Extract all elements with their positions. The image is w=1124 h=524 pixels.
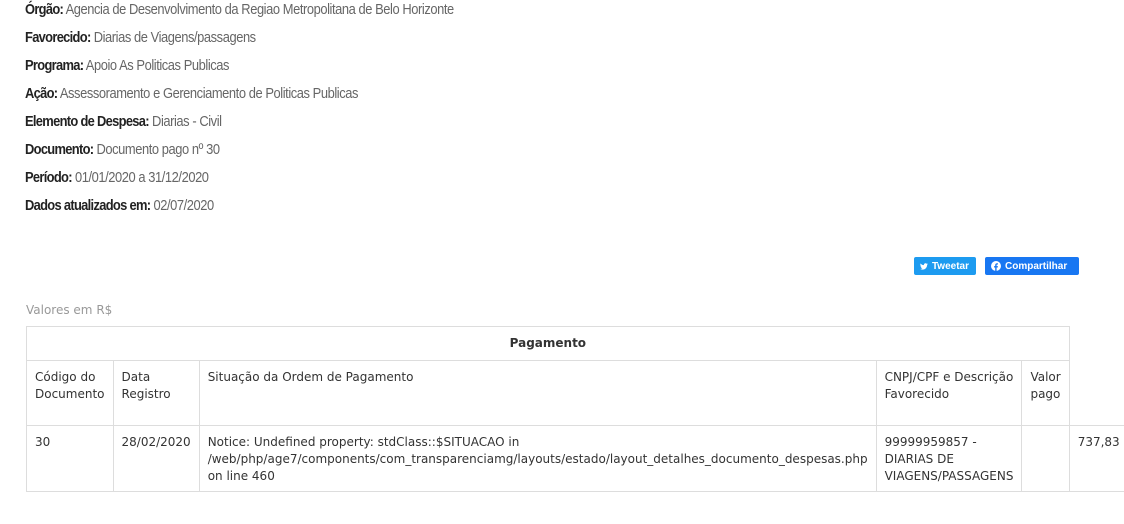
info-row-documento: Documento: Documento pago nº 30 (25, 138, 454, 166)
info-row-acao: Ação: Assessoramento e Gerenciamento de … (25, 82, 454, 110)
facebook-share-label: Compartilhar (1005, 260, 1068, 272)
info-row-programa: Programa: Apoio As Politicas Publicas (25, 54, 454, 82)
column-header-situacao: Situação da Ordem de Pagamento (198, 360, 877, 426)
info-value: Assessoramento e Gerenciamento de Politi… (59, 85, 359, 102)
table-group-header: Pagamento (26, 326, 1070, 361)
tweet-button[interactable]: Tweetar (914, 257, 976, 275)
info-value: 02/07/2020 (153, 197, 215, 214)
info-row-periodo: Período: 01/01/2020 a 31/12/2020 (25, 166, 454, 194)
column-header-valor: Valor pago (1021, 360, 1070, 426)
table-spacer (1068, 326, 1124, 426)
info-key: Órgão: (25, 1, 64, 18)
tweet-label: Tweetar (931, 260, 969, 272)
info-key: Favorecido: (25, 29, 91, 46)
info-key: Ação: (25, 85, 58, 102)
table-group-header-row: Pagamento (26, 326, 1124, 426)
facebook-icon (991, 261, 1001, 271)
info-key: Documento: (25, 141, 94, 158)
column-header-codigo: Código do Documento (26, 360, 114, 426)
cell-valor: 737,83 (1068, 425, 1124, 492)
document-info: Órgão: Agencia de Desenvolvimento da Reg… (25, 0, 454, 222)
cell-data: 28/02/2020 (112, 425, 200, 492)
info-row-favorecido: Favorecido: Diarias de Viagens/passagens (25, 26, 454, 54)
info-key: Dados atualizados em: (25, 197, 151, 214)
info-value: Documento pago nº 30 (96, 141, 220, 158)
cell-favorecido: 99999959857 - DIARIAS DE VIAGENS/PASSAGE… (875, 425, 1023, 492)
payment-table: Pagamento Código do Documento Data Regis… (26, 326, 1124, 492)
info-value: Agencia de Desenvolvimento da Regiao Met… (65, 1, 455, 18)
info-row-elemento-despesa: Elemento de Despesa: Diarias - Civil (25, 110, 454, 138)
info-value: Diarias - Civil (152, 113, 222, 130)
info-key: Programa: (25, 57, 84, 74)
facebook-share-button[interactable]: Compartilhar (985, 257, 1079, 275)
info-value: Apoio As Politicas Publicas (85, 57, 230, 74)
twitter-bird-icon (920, 262, 928, 270)
column-header-favorecido: CNPJ/CPF e Descrição Favorecido (875, 360, 1023, 426)
cell-codigo: 30 (26, 425, 114, 492)
info-key: Elemento de Despesa: (25, 113, 150, 130)
currency-note: Valores em R$ (26, 303, 113, 317)
cell-situacao: Notice: Undefined property: stdClass::$S… (198, 425, 877, 492)
column-header-data: Data Registro (112, 360, 200, 426)
info-value: 01/01/2020 a 31/12/2020 (74, 169, 209, 186)
table-header-row: Código do Documento Data Registro Situaç… (26, 360, 1124, 426)
info-value: Diarias de Viagens/passagens (93, 29, 256, 46)
info-row-dados-atualizados: Dados atualizados em: 02/07/2020 (25, 194, 454, 222)
info-row-orgao: Órgão: Agencia de Desenvolvimento da Reg… (25, 0, 454, 26)
info-key: Período: (25, 169, 73, 186)
cell-empty (1021, 425, 1070, 492)
table-row: 30 28/02/2020 Notice: Undefined property… (26, 425, 1124, 492)
